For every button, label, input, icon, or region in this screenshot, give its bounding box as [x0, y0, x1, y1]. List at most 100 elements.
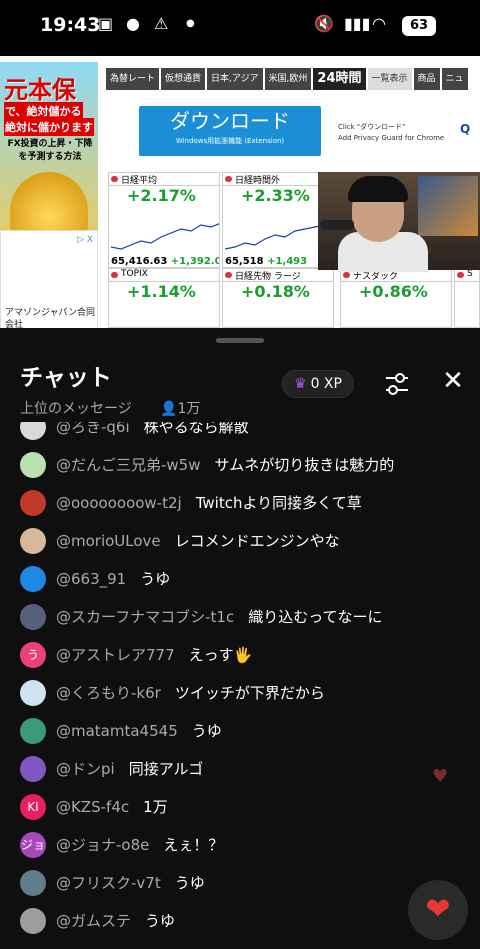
index-tile-nikkei: 日経平均 +2.17% 65,416.63 +1,392.03 [108, 172, 220, 268]
person-icon: 👤 [160, 401, 178, 417]
chat-message[interactable]: @フリスク-v7t うゆ [0, 868, 480, 900]
chat-message[interactable]: @663_91 うゆ [0, 564, 480, 596]
drag-handle[interactable] [216, 338, 264, 343]
message-text: うゆ [145, 912, 176, 930]
message-text: ツイッチが下界だから [174, 684, 325, 702]
video-player[interactable]: 元本保証 で、絶対儲かる 絶対に儲かります FX投資の上昇・下降を予測する方法 … [0, 56, 480, 328]
background-artwork [418, 176, 478, 236]
avatar[interactable] [20, 680, 46, 706]
avatar[interactable] [20, 528, 46, 554]
top-messages-filter[interactable]: 上位のメッセージ [20, 398, 132, 418]
ad-advertiser: アマゾンジャパン合同会社 [5, 308, 96, 328]
avatar[interactable] [20, 870, 46, 896]
tab-list[interactable]: 一覧表示 [367, 68, 412, 90]
message-text: うゆ [191, 722, 222, 740]
avatar[interactable] [20, 718, 46, 744]
chat-message[interactable]: KI @KZS-f4c 1万 [0, 792, 480, 824]
ad-line: 絶対に儲かります [4, 118, 94, 136]
streamer-hair [348, 176, 408, 202]
index-tile-topix: TOPIX +1.14% [108, 268, 220, 328]
dot-icon: ● [186, 18, 195, 29]
chat-message[interactable]: @oooooooow-t2j Twitchより同接多くて草 [0, 488, 480, 520]
avatar[interactable] [20, 452, 46, 478]
message-body: @くろもり-k6r ツイッチが下界だから [56, 682, 325, 703]
tab-fx[interactable]: 為替レート [106, 68, 160, 90]
amazon-ad[interactable]: ▷ X アマゾンジャパン合同会社 [0, 230, 98, 328]
xp-button[interactable]: ♛ 0 XP [282, 370, 354, 398]
message-body: @フリスク-v7t うゆ [56, 872, 205, 893]
chat-message[interactable]: @ろき-q6i 株やるなら解散 [0, 422, 480, 444]
message-author[interactable]: @アストレア777 [56, 646, 175, 664]
avatar[interactable] [20, 422, 46, 440]
viewer-count: 👤1万 [160, 398, 200, 418]
message-author[interactable]: @KZS-f4c [56, 798, 129, 816]
twitch-icon: ▣ [98, 14, 114, 33]
chat-message[interactable]: @くろもり-k6r ツイッチが下界だから [0, 678, 480, 710]
message-author[interactable]: @スカーフナマコブシ-t1c [56, 608, 234, 626]
tab-crypto[interactable]: 仮想通貨 [161, 68, 206, 90]
tile-change: +2.33% [241, 186, 310, 205]
battery-indicator: 63 [402, 16, 436, 36]
message-body: @KZS-f4c 1万 [56, 796, 168, 817]
chat-message[interactable]: @だんご三兄弟-w5w サムネが切り抜きは魅力的 [0, 450, 480, 482]
tile-value: 65,518 [225, 256, 264, 267]
close-icon[interactable]: ✕ [440, 368, 466, 394]
message-body: @663_91 うゆ [56, 568, 170, 589]
avatar[interactable] [20, 490, 46, 516]
chat-message[interactable]: ジョ @ジョナ-o8e えぇ！？ [0, 830, 480, 862]
message-author[interactable]: @oooooooow-t2j [56, 494, 182, 512]
chat-message[interactable]: @morioULove レコメンドエンジンやな [0, 526, 480, 558]
tab-us-eu[interactable]: 米国,欧州 [264, 68, 312, 90]
tile-name: 日経先物 ラージ [223, 269, 333, 282]
tile-value: 65,416.63 [111, 256, 168, 267]
tile-change: +0.86% [359, 282, 428, 301]
heart-button[interactable]: ❤ [408, 880, 468, 940]
message-text: レコメンドエンジンやな [174, 532, 340, 550]
download-button[interactable]: ダウンロード Windows用拡張機能 (Extension) [139, 106, 321, 156]
avatar[interactable] [20, 908, 46, 934]
message-author[interactable]: @663_91 [56, 570, 126, 588]
index-tile-nasdaq: ナスダック +0.86% [340, 268, 452, 328]
chat-message[interactable]: @ドンpi 同接アルゴ [0, 754, 480, 786]
message-author[interactable]: @ジョナ-o8e [56, 836, 149, 854]
message-author[interactable]: @くろもり-k6r [56, 684, 161, 702]
chat-title: チャット [20, 365, 112, 391]
tile-foot-change: +1,392.03 [170, 256, 219, 267]
tab-news[interactable]: ニュ [441, 68, 468, 90]
chat-message[interactable]: @matamta4545 うゆ [0, 716, 480, 748]
message-author[interactable]: @ドンpi [56, 760, 115, 778]
message-author[interactable]: @matamta4545 [56, 722, 178, 740]
adchoices-icon[interactable]: ▷ X [77, 235, 93, 245]
index-tile-nikkei-futures: 日経先物 ラージ +0.18% [222, 268, 334, 328]
tile-name: TOPIX [109, 269, 219, 282]
chat-message[interactable]: @スカーフナマコブシ-t1c 織り込むってなーに [0, 602, 480, 634]
tile-name: 日経時間外 [223, 173, 333, 186]
message-body: @morioULove レコメンドエンジンやな [56, 530, 340, 551]
message-author[interactable]: @フリスク-v7t [56, 874, 161, 892]
message-text: 同接アルゴ [128, 760, 204, 778]
tile-name: S [455, 269, 479, 282]
settings-sliders-icon[interactable] [384, 372, 410, 396]
message-author[interactable]: @ガムステ [56, 912, 131, 930]
heart-reaction-icon: ♥ [432, 766, 449, 787]
avatar[interactable]: う [20, 642, 46, 668]
message-author[interactable]: @morioULove [56, 532, 161, 550]
chat-message[interactable]: う @アストレア777 えっす🖐 [0, 640, 480, 672]
status-time: 19:43 [40, 14, 101, 36]
avatar[interactable] [20, 566, 46, 592]
tile-name: 日経平均 [109, 173, 219, 186]
signal-icon: ▮▮▮ [344, 14, 371, 33]
message-text: うゆ [140, 570, 171, 588]
avatar[interactable] [20, 756, 46, 782]
tab-japan-asia[interactable]: 日本,アジア [207, 68, 263, 90]
message-author[interactable]: @ろき-q6i [56, 422, 130, 436]
tab-24h[interactable]: 24時間 [313, 68, 366, 90]
avatar[interactable] [20, 604, 46, 630]
index-tile-sp: S [454, 268, 480, 328]
avatar[interactable]: ジョ [20, 832, 46, 858]
tab-commodities[interactable]: 商品 [413, 68, 440, 90]
avatar[interactable]: KI [20, 794, 46, 820]
mute-icon: 🔇 [314, 14, 334, 33]
message-author[interactable]: @だんご三兄弟-w5w [56, 456, 201, 474]
message-text: 1万 [143, 798, 168, 816]
